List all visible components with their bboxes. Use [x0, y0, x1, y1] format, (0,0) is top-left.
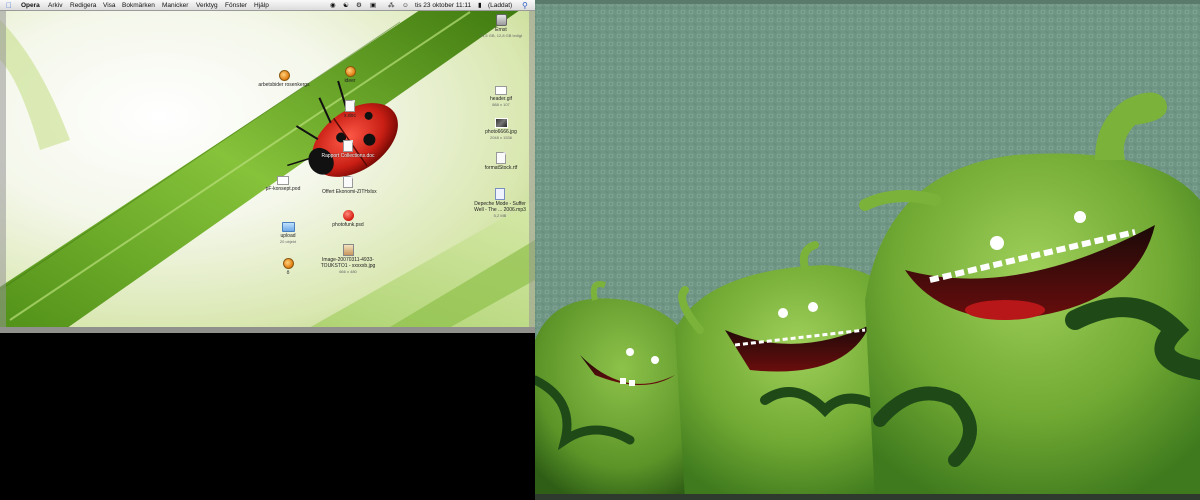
tomato-icon — [342, 210, 354, 221]
monitor-icon[interactable]: ▣ — [370, 0, 376, 11]
status-circle-icon[interactable]: ◉ — [330, 0, 336, 11]
menu-bar:  Opera Arkiv Redigera Visa Bokmärken Ma… — [0, 0, 535, 11]
desktop-icon-photofunk[interactable]: photofunk.psd — [326, 210, 370, 228]
desktop-icon-photo[interactable]: photo6666.jpg 2048 x 1536 — [478, 118, 524, 141]
desktop-icon-drive[interactable]: Ernst 74,5 GB, 12,8 GB ledigt — [478, 14, 524, 39]
left-desktop:  Opera Arkiv Redigera Visa Bokmärken Ma… — [0, 0, 535, 333]
desktop-icon-ideer[interactable]: ideer — [330, 66, 370, 84]
hard-drive-icon — [495, 14, 507, 26]
menu-fonster[interactable]: Fönster — [225, 0, 247, 11]
app-icon — [344, 66, 356, 77]
spotlight-icon[interactable]: ⚲ — [522, 0, 528, 11]
bluetooth-icon[interactable]: ⁂ — [388, 0, 395, 11]
menu-arkiv[interactable]: Arkiv — [48, 0, 62, 11]
leaf-ladybug-wallpaper — [0, 10, 535, 333]
app-icon — [282, 258, 294, 269]
desktop-icon-rapport[interactable]: Rapport Collections.doc — [316, 140, 380, 159]
document-icon — [345, 100, 355, 112]
pdf-icon — [277, 176, 289, 185]
left-display:  Opera Arkiv Redigera Visa Bokmärken Ma… — [0, 0, 535, 500]
desktop-icon-arbetsbider[interactable]: arbetsbider rosenkergs — [252, 70, 316, 88]
menu-redigera[interactable]: Redigera — [70, 0, 96, 11]
menu-manicker[interactable]: Manicker — [162, 0, 188, 11]
document-icon — [496, 152, 506, 164]
desktop-icon-offert[interactable]: Offert Ekonomi-ZITHxlsx — [322, 176, 377, 195]
spreadsheet-icon — [343, 176, 353, 188]
desktop-bottom-edge — [0, 327, 535, 333]
document-icon — [343, 140, 353, 152]
battery-icon[interactable]: ▮ — [478, 0, 482, 11]
desktop-icon-xdoc[interactable]: x.doc — [330, 100, 370, 119]
wifi-icon[interactable]: ☺ — [402, 0, 409, 11]
right-display — [535, 0, 1200, 500]
desktop-icon-header[interactable]: header.gif 888 x 107 — [478, 86, 524, 108]
menu-verktyg[interactable]: Verktyg — [196, 0, 218, 11]
desktop-icon-small[interactable]: ô — [278, 258, 298, 276]
desktop-icon-depeche[interactable]: Depeche Mode - Suffer Well - The ... 200… — [472, 188, 528, 219]
sync-icon[interactable]: ☯ — [343, 0, 349, 11]
menu-bokmarken[interactable]: Bokmärken — [122, 0, 155, 11]
image-file-icon — [495, 86, 507, 95]
monster-wallpaper — [535, 0, 1200, 500]
desktop-icon-formatstock[interactable]: formatStock.rtf — [478, 152, 524, 171]
desktop-icon-pdf[interactable]: pF-konsept.pod — [260, 176, 306, 192]
image-file-icon — [342, 244, 354, 256]
menu-visa[interactable]: Visa — [103, 0, 116, 11]
photo-icon — [494, 118, 508, 128]
battery-status[interactable]: (Laddat) — [488, 0, 512, 11]
clock-icon[interactable]: tis 23 oktober 11:11 — [415, 0, 471, 11]
display-top-edge — [535, 0, 1200, 4]
desktop-icon-upload[interactable]: upload 20 objekt — [268, 222, 308, 245]
folder-icon — [281, 222, 295, 232]
apple-icon[interactable]:  — [6, 0, 12, 11]
desktop-icon-image[interactable]: Image-20070311-4933-TOUKSTO1 - xxxxxb.jp… — [316, 244, 380, 275]
audio-file-icon — [495, 188, 505, 200]
app-icon — [278, 70, 290, 81]
gear-icon[interactable]: ⚙ — [356, 0, 362, 11]
app-menu-opera[interactable]: Opera — [21, 0, 40, 11]
menu-hjalp[interactable]: Hjälp — [254, 0, 269, 11]
